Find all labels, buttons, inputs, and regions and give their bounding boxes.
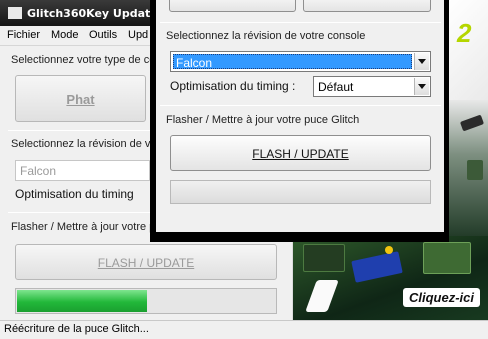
banner-badge: 2	[457, 18, 472, 48]
back-flash-button[interactable]: FLASH / UPDATE	[15, 244, 277, 280]
flash-update-button-label: FLASH / UPDATE	[252, 147, 349, 161]
revision-label: Selectionnez la révision de votre consol…	[166, 30, 366, 42]
back-flash-button-label: FLASH / UPDATE	[97, 256, 195, 270]
menu-outils[interactable]: Outils	[89, 29, 117, 41]
console-type-button-2[interactable]	[303, 0, 431, 12]
status-text: Réécriture de la puce Glitch...	[4, 323, 149, 335]
app-icon	[8, 7, 22, 19]
menu-update[interactable]: Upd	[128, 29, 148, 41]
back-flash-label: Flasher / Mettre à jour votre p	[11, 221, 156, 233]
progress-bar	[15, 288, 277, 314]
click-here-link[interactable]: Cliquez-ici	[402, 288, 480, 307]
back-revision-label: Selectionnez la révision de vo	[11, 138, 157, 150]
menu-mode[interactable]: Mode	[51, 29, 79, 41]
window-title: Glitch360Key Updater 1	[27, 7, 160, 20]
back-revision-select[interactable]: Falcon	[15, 160, 150, 181]
timing-selected-value: Défaut	[318, 80, 354, 94]
console-type-button-1[interactable]	[169, 0, 296, 12]
console-type-label: Selectionnez votre type de co	[11, 54, 156, 66]
timing-select[interactable]: Défaut	[313, 76, 431, 97]
phat-button[interactable]: Phat	[15, 75, 146, 122]
window-title-bar[interactable]: Glitch360Key Updater 1	[0, 0, 160, 26]
back-timing-label: Optimisation du timing	[15, 187, 134, 201]
progress-fill	[17, 290, 147, 312]
revision-selected-value: Falcon	[173, 54, 412, 70]
chevron-down-icon[interactable]	[414, 78, 429, 95]
side-ad-banner[interactable]: 2	[449, 0, 488, 236]
revision-select[interactable]: Falcon	[170, 51, 431, 72]
flash-update-button[interactable]: FLASH / UPDATE	[170, 135, 431, 171]
dialog-progress-bar	[170, 180, 431, 204]
status-bar: Réécriture de la puce Glitch...	[0, 320, 488, 339]
separator	[160, 22, 441, 23]
menu-bar: Fichier Mode Outils Upd	[0, 26, 160, 46]
timing-label: Optimisation du timing :	[170, 79, 296, 93]
chevron-down-icon[interactable]	[414, 53, 429, 70]
separator	[160, 105, 441, 106]
flash-label: Flasher / Mettre à jour votre puce Glitc…	[166, 114, 360, 126]
menu-fichier[interactable]: Fichier	[7, 29, 40, 41]
ad-banner[interactable]: Cliquez-ici	[293, 236, 488, 320]
